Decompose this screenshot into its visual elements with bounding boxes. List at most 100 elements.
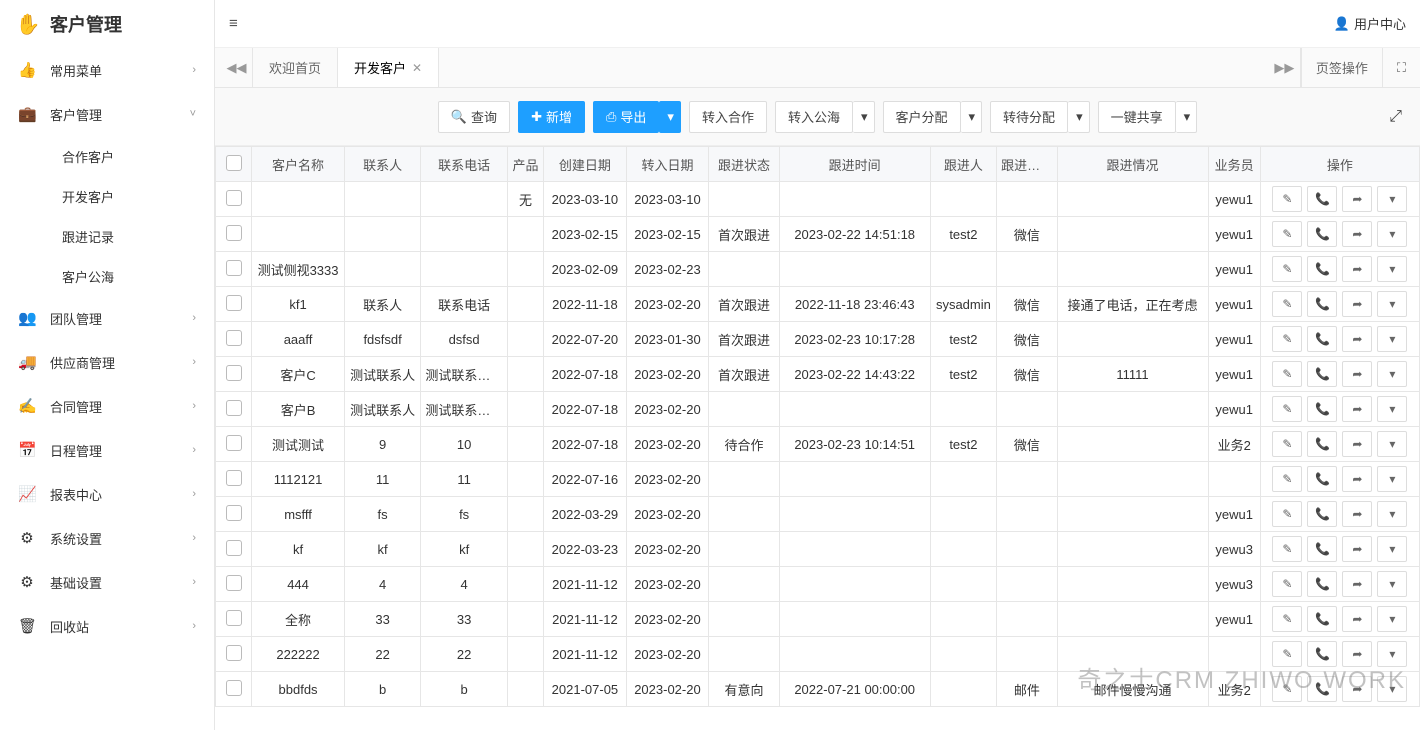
edit-button[interactable]: ✎ xyxy=(1272,571,1302,597)
tab-operations-button[interactable]: 页签操作 xyxy=(1301,48,1382,87)
edit-button[interactable]: ✎ xyxy=(1272,256,1302,282)
share-button[interactable]: 一键共享 xyxy=(1098,101,1176,133)
transfer-sea-dropdown[interactable]: ▾ xyxy=(853,101,875,133)
call-button[interactable]: 📞 xyxy=(1307,221,1337,247)
reassign-button[interactable]: 转待分配 xyxy=(990,101,1068,133)
row-checkbox[interactable] xyxy=(226,365,242,381)
sidebar-item-1[interactable]: 💼客户管理˅ xyxy=(0,92,214,136)
edit-button[interactable]: ✎ xyxy=(1272,431,1302,457)
row-checkbox[interactable] xyxy=(226,260,242,276)
fullscreen-tab-button[interactable]: ⛶ xyxy=(1382,48,1420,87)
expand-icon[interactable]: ⤢ xyxy=(1389,108,1402,126)
tabs-next-button[interactable]: ▶▶ xyxy=(1269,48,1301,87)
call-button[interactable]: 📞 xyxy=(1307,466,1337,492)
close-icon[interactable]: ✕ xyxy=(412,61,422,75)
sidebar-item-6[interactable]: 📈报表中心› xyxy=(0,472,214,516)
call-button[interactable]: 📞 xyxy=(1307,571,1337,597)
forward-button[interactable]: ➦ xyxy=(1342,431,1372,457)
edit-button[interactable]: ✎ xyxy=(1272,221,1302,247)
more-button[interactable]: ▾ xyxy=(1377,676,1407,702)
call-button[interactable]: 📞 xyxy=(1307,431,1337,457)
forward-button[interactable]: ➦ xyxy=(1342,291,1372,317)
forward-button[interactable]: ➦ xyxy=(1342,676,1372,702)
more-button[interactable]: ▾ xyxy=(1377,326,1407,352)
forward-button[interactable]: ➦ xyxy=(1342,256,1372,282)
transfer-coop-button[interactable]: 转入合作 xyxy=(689,101,767,133)
call-button[interactable]: 📞 xyxy=(1307,536,1337,562)
call-button[interactable]: 📞 xyxy=(1307,676,1337,702)
forward-button[interactable]: ➦ xyxy=(1342,501,1372,527)
row-checkbox[interactable] xyxy=(226,505,242,521)
sidebar-item-7[interactable]: ⚙系统设置› xyxy=(0,516,214,560)
forward-button[interactable]: ➦ xyxy=(1342,361,1372,387)
forward-button[interactable]: ➦ xyxy=(1342,221,1372,247)
edit-button[interactable]: ✎ xyxy=(1272,326,1302,352)
call-button[interactable]: 📞 xyxy=(1307,256,1337,282)
row-checkbox[interactable] xyxy=(226,680,242,696)
call-button[interactable]: 📞 xyxy=(1307,326,1337,352)
collapse-sidebar-button[interactable]: ≡ xyxy=(229,15,238,32)
more-button[interactable]: ▾ xyxy=(1377,571,1407,597)
sidebar-item-2[interactable]: 👥团队管理› xyxy=(0,296,214,340)
forward-button[interactable]: ➦ xyxy=(1342,641,1372,667)
edit-button[interactable]: ✎ xyxy=(1272,676,1302,702)
row-checkbox[interactable] xyxy=(226,190,242,206)
row-checkbox[interactable] xyxy=(226,330,242,346)
user-center-link[interactable]: 👤 用户中心 xyxy=(1334,14,1406,33)
sidebar-item-8[interactable]: ⚙基础设置› xyxy=(0,560,214,604)
call-button[interactable]: 📞 xyxy=(1307,606,1337,632)
select-all-checkbox[interactable] xyxy=(226,155,242,171)
row-checkbox[interactable] xyxy=(226,610,242,626)
edit-button[interactable]: ✎ xyxy=(1272,291,1302,317)
more-button[interactable]: ▾ xyxy=(1377,431,1407,457)
edit-button[interactable]: ✎ xyxy=(1272,186,1302,212)
forward-button[interactable]: ➦ xyxy=(1342,571,1372,597)
submenu-item-1-2[interactable]: 跟进记录 xyxy=(0,216,214,256)
more-button[interactable]: ▾ xyxy=(1377,536,1407,562)
call-button[interactable]: 📞 xyxy=(1307,396,1337,422)
sidebar-item-4[interactable]: ✍合同管理› xyxy=(0,384,214,428)
more-button[interactable]: ▾ xyxy=(1377,186,1407,212)
sidebar-item-5[interactable]: 📅日程管理› xyxy=(0,428,214,472)
submenu-item-1-0[interactable]: 合作客户 xyxy=(0,136,214,176)
more-button[interactable]: ▾ xyxy=(1377,396,1407,422)
edit-button[interactable]: ✎ xyxy=(1272,466,1302,492)
forward-button[interactable]: ➦ xyxy=(1342,466,1372,492)
call-button[interactable]: 📞 xyxy=(1307,186,1337,212)
forward-button[interactable]: ➦ xyxy=(1342,536,1372,562)
more-button[interactable]: ▾ xyxy=(1377,641,1407,667)
more-button[interactable]: ▾ xyxy=(1377,361,1407,387)
sidebar-item-3[interactable]: 🚚供应商管理› xyxy=(0,340,214,384)
more-button[interactable]: ▾ xyxy=(1377,501,1407,527)
row-checkbox[interactable] xyxy=(226,435,242,451)
call-button[interactable]: 📞 xyxy=(1307,361,1337,387)
export-dropdown-button[interactable]: ▾ xyxy=(659,101,681,133)
row-checkbox[interactable] xyxy=(226,575,242,591)
edit-button[interactable]: ✎ xyxy=(1272,396,1302,422)
tab-1[interactable]: 开发客户✕ xyxy=(338,48,439,87)
row-checkbox[interactable] xyxy=(226,400,242,416)
row-checkbox[interactable] xyxy=(226,295,242,311)
transfer-sea-button[interactable]: 转入公海 xyxy=(775,101,853,133)
export-button[interactable]: ⎙ 导出 xyxy=(593,101,659,133)
sidebar-item-0[interactable]: 👍常用菜单› xyxy=(0,48,214,92)
add-button[interactable]: ✚ 新增 xyxy=(518,101,585,133)
sidebar-item-9[interactable]: 🗑回收站› xyxy=(0,604,214,648)
search-button[interactable]: 🔍 查询 xyxy=(438,101,510,133)
more-button[interactable]: ▾ xyxy=(1377,606,1407,632)
more-button[interactable]: ▾ xyxy=(1377,221,1407,247)
submenu-item-1-3[interactable]: 客户公海 xyxy=(0,256,214,296)
assign-button[interactable]: 客户分配 xyxy=(883,101,961,133)
edit-button[interactable]: ✎ xyxy=(1272,606,1302,632)
tabs-prev-button[interactable]: ◀◀ xyxy=(221,48,253,87)
row-checkbox[interactable] xyxy=(226,540,242,556)
row-checkbox[interactable] xyxy=(226,470,242,486)
call-button[interactable]: 📞 xyxy=(1307,501,1337,527)
call-button[interactable]: 📞 xyxy=(1307,641,1337,667)
forward-button[interactable]: ➦ xyxy=(1342,326,1372,352)
more-button[interactable]: ▾ xyxy=(1377,291,1407,317)
tab-0[interactable]: 欢迎首页 xyxy=(253,48,338,87)
forward-button[interactable]: ➦ xyxy=(1342,396,1372,422)
more-button[interactable]: ▾ xyxy=(1377,466,1407,492)
row-checkbox[interactable] xyxy=(226,645,242,661)
